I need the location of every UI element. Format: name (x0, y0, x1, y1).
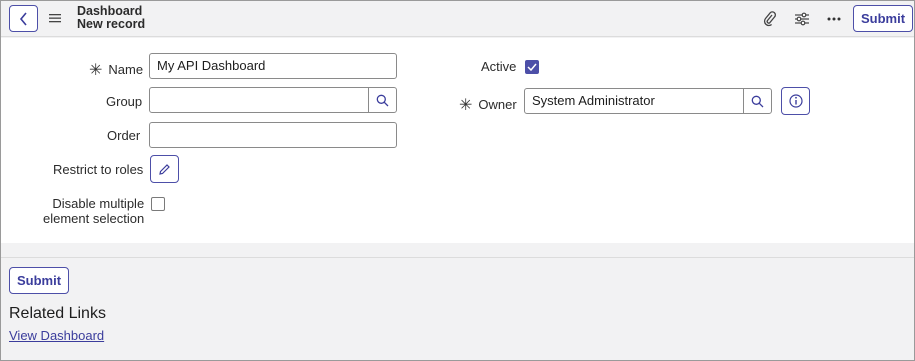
more-options-button[interactable] (825, 10, 843, 28)
form-window: Dashboard New record Submit ✳ Name My AP… (0, 0, 915, 361)
order-input[interactable] (149, 122, 397, 148)
group-input[interactable] (149, 87, 369, 113)
active-checkbox[interactable] (525, 60, 539, 74)
group-label: Group (106, 94, 143, 109)
related-links-heading: Related Links (9, 305, 106, 322)
name-label-text: Name (108, 62, 144, 77)
more-options-icon (827, 17, 841, 21)
submit-button-bottom[interactable]: Submit (9, 267, 69, 294)
form-divider (1, 257, 914, 258)
paperclip-icon (763, 11, 776, 27)
form-body: ✳ Name My API Dashboard Group Order Restr… (1, 38, 914, 243)
form-header: Dashboard New record Submit (1, 1, 914, 37)
info-icon (788, 94, 803, 108)
name-input[interactable]: My API Dashboard (149, 53, 397, 79)
search-icon (751, 95, 764, 107)
disable-multiple-checkbox[interactable] (151, 197, 165, 211)
disable-multiple-label-line1: Disable multiple (52, 196, 145, 211)
back-button[interactable] (9, 5, 38, 32)
owner-label-text: Owner (478, 97, 517, 112)
chevron-left-icon (19, 11, 27, 26)
attachment-button[interactable] (761, 10, 779, 28)
record-status: New record (77, 17, 146, 31)
edit-roles-button[interactable] (150, 155, 179, 183)
restrict-to-roles-label: Restrict to roles (53, 162, 144, 177)
form-title: Dashboard New record (77, 5, 145, 31)
checkmark-icon (527, 63, 537, 71)
owner-label: ✳ Owner (459, 94, 517, 114)
disable-multiple-label-line2: element selection (43, 211, 145, 226)
order-label: Order (107, 128, 141, 143)
owner-input[interactable]: System Administrator (524, 88, 744, 114)
submit-button-top[interactable]: Submit (853, 5, 913, 32)
disable-multiple-label: Disable multiple element selection (43, 196, 144, 226)
sliders-icon (795, 12, 809, 26)
group-lookup-button[interactable] (368, 87, 397, 113)
name-label: ✳ Name (89, 59, 143, 79)
active-label: Active (481, 59, 517, 74)
pencil-icon (159, 163, 170, 175)
view-dashboard-link[interactable]: View Dashboard (9, 328, 104, 343)
owner-info-button[interactable] (781, 87, 810, 115)
search-icon (376, 94, 389, 106)
hamburger-menu-icon[interactable] (49, 12, 61, 24)
owner-lookup-button[interactable] (743, 88, 772, 114)
personalize-form-button[interactable] (793, 10, 811, 28)
required-marker: ✳ (459, 97, 473, 114)
required-marker: ✳ (89, 62, 103, 79)
